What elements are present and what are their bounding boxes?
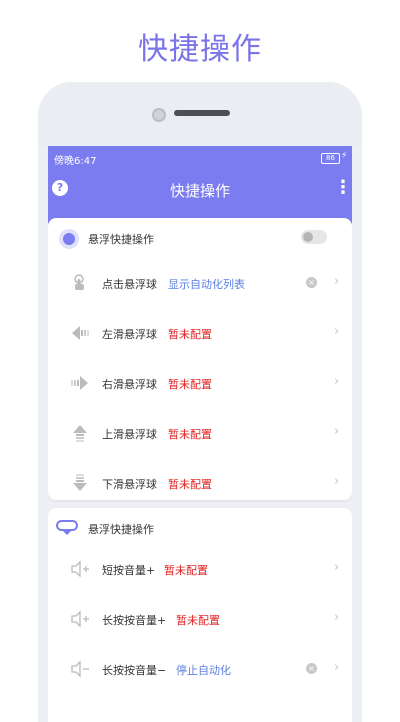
row-value: 暂未配置 <box>176 614 220 627</box>
chevron-right-icon: › <box>334 274 340 289</box>
row-value: 暂未配置 <box>168 328 212 341</box>
row-short-volume-up[interactable]: 短按音量+ 暂未配置 › <box>48 544 352 594</box>
row-value: 显示自动化列表 <box>168 278 245 291</box>
promo-title: 快捷操作 <box>138 32 262 67</box>
row-value: 暂未配置 <box>168 428 212 441</box>
arrow-right-icon <box>70 373 90 393</box>
card-header: 悬浮快捷操作 <box>48 218 352 258</box>
phone-bezel <box>38 82 362 146</box>
battery-icon: 86 <box>321 153 340 164</box>
chevron-right-icon: › <box>334 374 340 389</box>
row-value: 停止自动化 <box>176 664 231 677</box>
row-label: 左滑悬浮球 <box>102 328 157 341</box>
chevron-right-icon: › <box>334 560 340 575</box>
volume-icon <box>70 659 90 679</box>
row-label: 下滑悬浮球 <box>102 478 157 491</box>
phone-frame: 傍晚6:47 86 ⚡ ? 快捷操作 ⋮ 悬浮快捷操作 点击悬浮球 显示自动化列… <box>38 82 362 722</box>
chevron-right-icon: › <box>334 324 340 339</box>
clear-icon[interactable]: × <box>306 277 317 288</box>
camera-icon <box>152 108 166 122</box>
floating-ball-toggle[interactable] <box>301 230 327 244</box>
row-value: 暂未配置 <box>168 478 212 491</box>
row-value: 暂未配置 <box>164 564 208 577</box>
clear-icon[interactable]: × <box>306 663 317 674</box>
row-label: 右滑悬浮球 <box>102 378 157 391</box>
tap-icon <box>70 273 90 293</box>
arrow-left-icon <box>70 323 90 343</box>
row-swipe-right[interactable]: 右滑悬浮球 暂未配置 › <box>48 358 352 408</box>
volume-key-icon <box>56 520 78 536</box>
row-tap-ball[interactable]: 点击悬浮球 显示自动化列表 × › <box>48 258 352 308</box>
row-label: 上滑悬浮球 <box>102 428 157 441</box>
card-title: 悬浮快捷操作 <box>88 523 154 536</box>
row-swipe-left[interactable]: 左滑悬浮球 暂未配置 › <box>48 308 352 358</box>
row-swipe-down[interactable]: 下滑悬浮球 暂未配置 › <box>48 458 352 508</box>
arrow-up-icon <box>70 423 90 443</box>
row-value: 暂未配置 <box>168 378 212 391</box>
floating-ball-card: 悬浮快捷操作 点击悬浮球 显示自动化列表 × › 左滑悬浮球 暂未配置 › 右滑… <box>48 218 352 500</box>
row-label: 长按按音量+ <box>102 614 167 627</box>
chevron-right-icon: › <box>334 474 340 489</box>
row-label: 点击悬浮球 <box>102 278 157 291</box>
volume-key-card: 悬浮快捷操作 短按音量+ 暂未配置 › 长按按音量+ 暂未配置 › 长按按音量−… <box>48 508 352 722</box>
chevron-right-icon: › <box>334 660 340 675</box>
page-title: 快捷操作 <box>169 182 230 200</box>
chevron-right-icon: › <box>334 424 340 439</box>
charging-icon: ⚡ <box>341 151 348 161</box>
volume-icon <box>70 609 90 629</box>
volume-icon <box>70 559 90 579</box>
row-swipe-up[interactable]: 上滑悬浮球 暂未配置 › <box>48 408 352 458</box>
floating-ball-icon <box>59 229 79 249</box>
card-header: 悬浮快捷操作 <box>48 508 352 548</box>
chevron-right-icon: › <box>334 610 340 625</box>
card-title: 悬浮快捷操作 <box>88 233 154 246</box>
more-menu-button[interactable]: ⋮ <box>334 179 352 197</box>
row-label: 短按音量+ <box>102 564 156 577</box>
arrow-down-icon <box>70 473 90 493</box>
app-screen: 傍晚6:47 86 ⚡ ? 快捷操作 ⋮ 悬浮快捷操作 点击悬浮球 显示自动化列… <box>48 146 352 722</box>
row-label: 长按按音量− <box>102 664 167 677</box>
status-time: 傍晚6:47 <box>54 156 97 167</box>
speaker-grill <box>174 110 230 116</box>
row-long-volume-down[interactable]: 长按按音量− 停止自动化 × › <box>48 644 352 694</box>
row-long-volume-up[interactable]: 长按按音量+ 暂未配置 › <box>48 594 352 644</box>
